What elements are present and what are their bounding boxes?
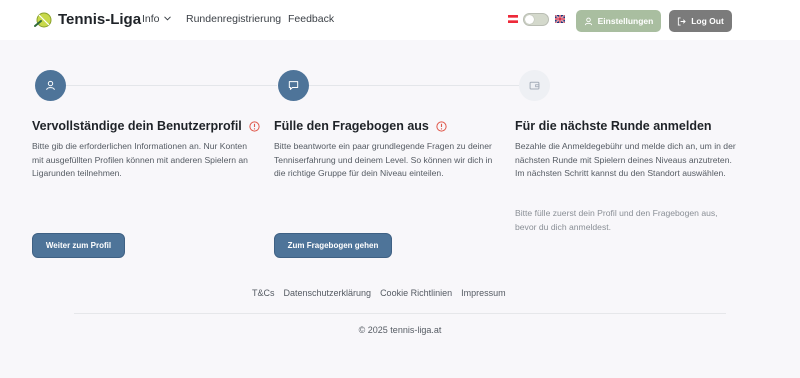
step-1-indicator bbox=[35, 70, 66, 101]
step-3-indicator bbox=[519, 70, 550, 101]
step-connector bbox=[66, 85, 277, 86]
footer-divider bbox=[74, 313, 726, 314]
step-3-description: Bezahle die Anmeldegebühr und melde dich… bbox=[515, 141, 736, 179]
settings-button[interactable]: Einstellungen bbox=[576, 10, 661, 32]
toggle-knob bbox=[525, 15, 534, 24]
step-2-title-text: Fülle den Fragebogen aus bbox=[274, 119, 429, 133]
footer-links: T&Cs Datenschutzerklärung Cookie Richtlini… bbox=[252, 288, 515, 298]
user-icon bbox=[46, 80, 55, 91]
step-2-indicator bbox=[278, 70, 309, 101]
warning-icon bbox=[436, 120, 447, 132]
footer-link-privacy[interactable]: Datenschutzerklärung bbox=[284, 288, 372, 298]
top-navbar: Tennis-Liga Info Rundenregistrierung Fee… bbox=[0, 0, 800, 40]
message-icon bbox=[288, 81, 299, 90]
nav-feedback-link[interactable]: Feedback bbox=[288, 13, 334, 25]
step-1-description: Bitte gib die erforderlichen Information… bbox=[32, 141, 248, 179]
nav-info-dropdown[interactable]: Info bbox=[142, 13, 171, 25]
wallet-icon bbox=[529, 81, 540, 90]
step-2-description: Bitte beantworte ein paar grundlegende F… bbox=[274, 141, 493, 179]
footer-link-imprint[interactable]: Impressum bbox=[461, 288, 506, 298]
step-3-title: Für die nächste Runde anmelden bbox=[515, 119, 712, 133]
step-1-title-text: Vervollständige dein Benutzerprofil bbox=[32, 119, 242, 133]
nav-info-label: Info bbox=[142, 13, 160, 25]
step-3-title-text: Für die nächste Runde anmelden bbox=[515, 119, 712, 133]
step-1-title: Vervollständige dein Benutzerprofil bbox=[32, 119, 260, 133]
go-to-questionnaire-button[interactable]: Zum Fragebogen gehen bbox=[274, 233, 392, 258]
user-icon bbox=[584, 17, 592, 25]
footer-link-cookies[interactable]: Cookie Richtlinien bbox=[380, 288, 452, 298]
step-connector bbox=[309, 85, 519, 86]
copyright-text: © 2025 tennis-liga.at bbox=[358, 325, 442, 335]
logout-icon bbox=[678, 16, 686, 26]
brand-name[interactable]: Tennis-Liga bbox=[58, 11, 141, 28]
chevron-down-icon bbox=[163, 16, 171, 21]
tennis-ball-logo-icon[interactable] bbox=[33, 10, 53, 30]
footer-link-terms[interactable]: T&Cs bbox=[252, 288, 275, 298]
language-toggle[interactable] bbox=[523, 13, 549, 26]
step-3-locked-note: Bitte fülle zuerst dein Profil und den F… bbox=[515, 208, 718, 232]
step-2-title: Fülle den Fragebogen aus bbox=[274, 119, 447, 133]
austria-flag-icon[interactable] bbox=[508, 15, 518, 23]
settings-label: Einstellungen bbox=[597, 16, 654, 26]
uk-flag-icon[interactable] bbox=[555, 15, 565, 23]
warning-icon bbox=[249, 120, 260, 132]
go-to-profile-button[interactable]: Weiter zum Profil bbox=[32, 233, 125, 258]
logout-button[interactable]: Log Out bbox=[669, 10, 732, 32]
nav-round-registration-link[interactable]: Rundenregistrierung bbox=[186, 13, 281, 25]
logout-label: Log Out bbox=[691, 16, 724, 26]
